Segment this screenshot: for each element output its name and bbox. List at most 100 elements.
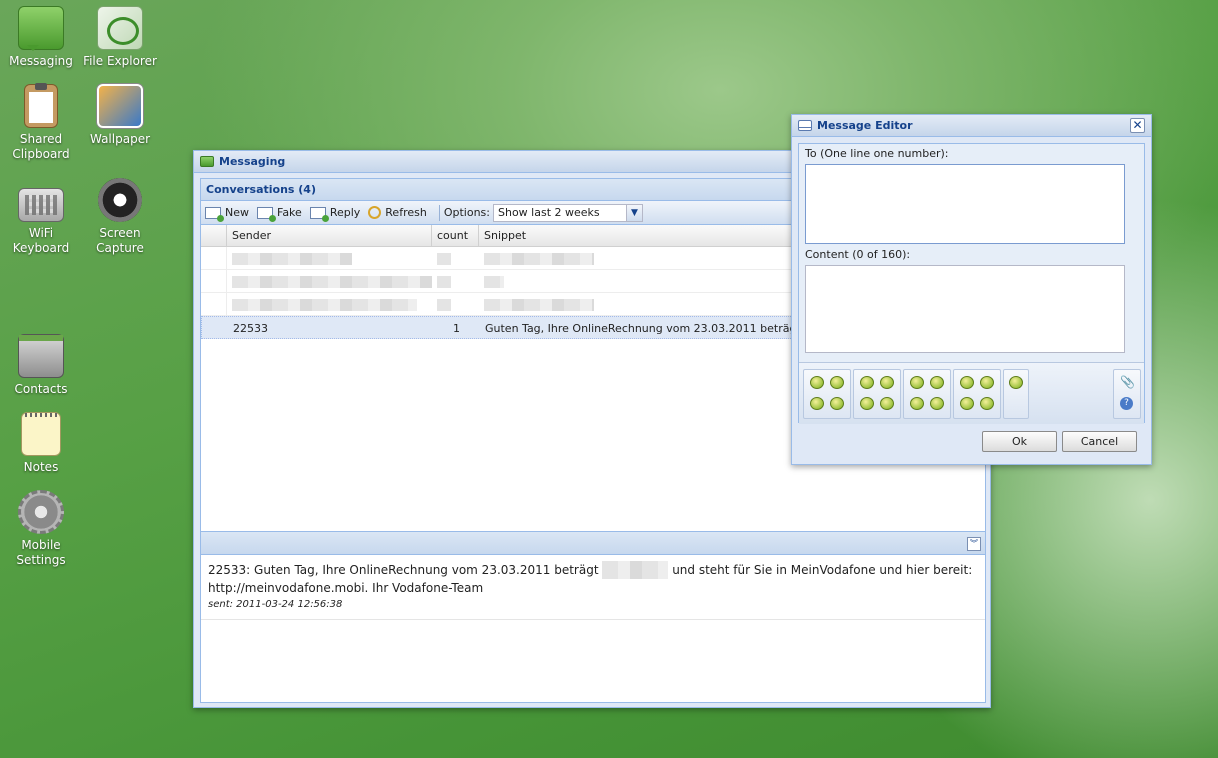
- smiley-icon[interactable]: [830, 376, 844, 389]
- camera-icon: [98, 178, 142, 222]
- smiley-icon[interactable]: [860, 397, 874, 410]
- row-number-header: [201, 225, 227, 246]
- smiley-icon[interactable]: [810, 397, 824, 410]
- sent-timestamp: sent: 2011-03-24 12:56:38: [208, 599, 343, 610]
- contacts-icon: [18, 334, 64, 378]
- desktop-icon-label: Contacts: [14, 382, 68, 396]
- refresh-icon: [368, 206, 382, 219]
- gear-icon: [18, 490, 64, 534]
- window-title: Message Editor: [817, 119, 913, 132]
- notes-icon: [21, 412, 61, 456]
- sender-cell: 22533: [233, 322, 268, 335]
- message-text: und steht für Sie in MeinVodafone und hi…: [672, 563, 973, 577]
- refresh-button[interactable]: Refresh: [368, 206, 427, 219]
- new-button[interactable]: New: [205, 206, 249, 222]
- emoticon-bar: 📎 ?: [799, 362, 1144, 424]
- window-title: Messaging: [219, 155, 286, 168]
- smiley-icon[interactable]: [830, 397, 844, 410]
- smiley-icon[interactable]: [910, 376, 924, 389]
- smiley-icon[interactable]: [930, 397, 944, 410]
- desktop-icon-label: Wallpaper: [89, 132, 151, 146]
- redacted-text: [602, 561, 669, 579]
- smiley-icon[interactable]: [860, 376, 874, 389]
- options-value: Show last 2 weeks: [497, 205, 600, 219]
- close-button[interactable]: ✕: [1130, 118, 1145, 133]
- smiley-icon[interactable]: [980, 397, 994, 410]
- smiley-icon[interactable]: [960, 397, 974, 410]
- desktop-icon-label: Screen Capture: [96, 226, 144, 255]
- cancel-button[interactable]: Cancel: [1062, 431, 1137, 452]
- emoticon-group: [853, 369, 901, 419]
- content-field[interactable]: [805, 265, 1125, 353]
- smiley-icon[interactable]: [930, 376, 944, 389]
- desktop-icon-file-explorer[interactable]: File Explorer: [80, 6, 160, 69]
- desktop-icon-label: Messaging: [9, 54, 73, 68]
- smiley-icon[interactable]: [910, 397, 924, 410]
- fake-label: Fake: [277, 206, 302, 219]
- toolbar-separator: [438, 204, 440, 221]
- message-text: http://meinvodafone.mobi. Ihr Vodafone-T…: [208, 581, 484, 595]
- chevron-down-icon[interactable]: ▼: [625, 204, 642, 221]
- envelope-icon: [798, 120, 812, 131]
- smiley-icon[interactable]: [880, 376, 894, 389]
- redacted-text: [232, 276, 432, 288]
- messaging-icon: [200, 156, 214, 167]
- detail-panel-header: ︾: [201, 531, 985, 555]
- to-field[interactable]: [805, 164, 1125, 244]
- smiley-icon[interactable]: [980, 376, 994, 389]
- smiley-icon[interactable]: [1009, 376, 1023, 389]
- ok-button[interactable]: Ok: [982, 431, 1057, 452]
- desktop-icon-contacts[interactable]: Contacts: [1, 334, 81, 397]
- reply-label: Reply: [329, 206, 361, 219]
- fake-message-icon: [257, 206, 276, 222]
- new-label: New: [225, 206, 249, 219]
- reply-icon: [309, 206, 329, 222]
- smiley-icon[interactable]: [810, 376, 824, 389]
- desktop-icon-label: WiFi Keyboard: [12, 226, 70, 255]
- redacted-text: [484, 276, 504, 288]
- message-editor-window: Message Editor ✕ To (One line one number…: [791, 114, 1152, 465]
- help-icon[interactable]: ?: [1120, 397, 1133, 410]
- clipboard-icon: [24, 83, 58, 128]
- fake-button[interactable]: Fake: [257, 206, 302, 222]
- desktop-icon-notes[interactable]: Notes: [1, 412, 81, 475]
- new-message-icon: [205, 206, 224, 222]
- count-column-header[interactable]: count: [432, 225, 479, 246]
- desktop-icon-label: Shared Clipboard: [12, 132, 70, 161]
- desktop-icon-screen-capture[interactable]: Screen Capture: [80, 178, 160, 256]
- file-explorer-icon: [97, 6, 143, 50]
- redacted-text: [232, 253, 352, 265]
- message-text: 22533: Guten Tag, Ihre OnlineRechnung vo…: [208, 563, 599, 577]
- keyboard-icon: [18, 188, 64, 222]
- reply-button[interactable]: Reply: [309, 206, 361, 222]
- smiley-icon[interactable]: [880, 397, 894, 410]
- message-detail: 22533: Guten Tag, Ihre OnlineRechnung vo…: [201, 555, 985, 620]
- options-label: Options:: [443, 206, 490, 219]
- wallpaper-icon: [97, 84, 143, 128]
- count-cell: 1: [453, 322, 460, 335]
- emoticon-group: [1003, 369, 1029, 419]
- sender-column-header[interactable]: Sender: [227, 225, 432, 246]
- to-label: To (One line one number):: [805, 147, 949, 160]
- desktop-icon-mobile-settings[interactable]: Mobile Settings: [1, 490, 81, 568]
- redacted-text: [484, 253, 594, 265]
- emoticon-group: [953, 369, 1001, 419]
- desktop-icon-wifi-keyboard[interactable]: WiFi Keyboard: [1, 178, 81, 256]
- emoticon-group: [903, 369, 951, 419]
- redacted-text: [232, 299, 417, 311]
- options-select[interactable]: Show last 2 weeks ▼: [492, 203, 643, 222]
- collapse-icon[interactable]: ︾: [967, 537, 981, 551]
- desktop-icon-label: File Explorer: [83, 54, 157, 68]
- refresh-label: Refresh: [385, 206, 427, 219]
- paperclip-icon[interactable]: 📎: [1120, 376, 1135, 389]
- desktop-icon-shared-clipboard[interactable]: Shared Clipboard: [1, 83, 81, 162]
- redacted-text: [484, 299, 594, 311]
- messaging-icon: [18, 6, 64, 51]
- desktop-icon-label: Mobile Settings: [16, 538, 66, 567]
- editor-titlebar[interactable]: Message Editor ✕: [792, 115, 1151, 137]
- desktop-icon-wallpaper[interactable]: Wallpaper: [80, 84, 160, 147]
- smiley-icon[interactable]: [960, 376, 974, 389]
- desktop-icon-label: Notes: [23, 460, 59, 474]
- desktop-icon-messaging[interactable]: Messaging: [1, 6, 81, 69]
- redacted-text: [437, 276, 451, 288]
